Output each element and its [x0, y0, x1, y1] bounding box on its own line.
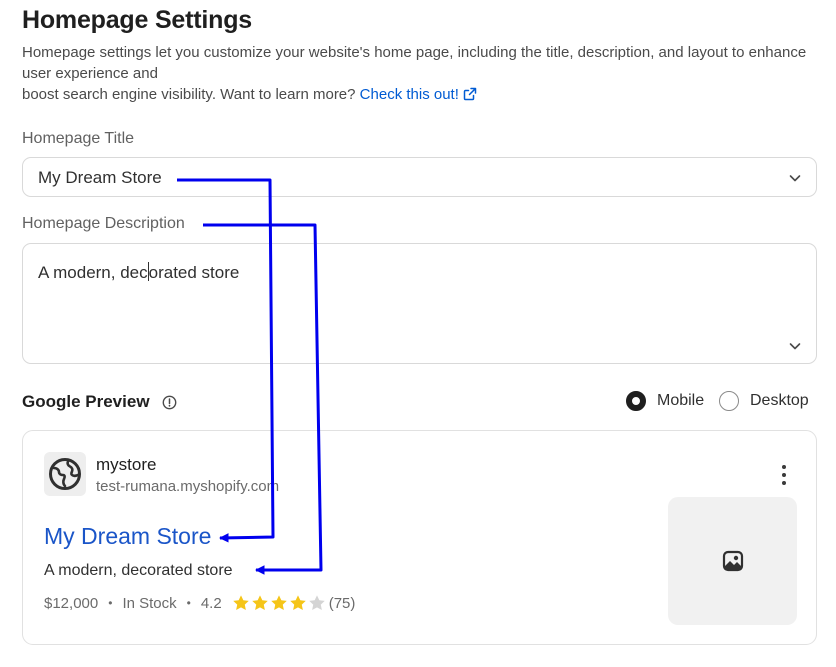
- radio-desktop-label: Desktop: [750, 392, 809, 409]
- star-filled-icon: [289, 595, 306, 611]
- site-favicon: [44, 452, 86, 496]
- homepage-title-value: My Dream Store: [38, 168, 162, 187]
- rating-value: 4.2: [200, 594, 222, 612]
- kebab-menu-icon[interactable]: [780, 464, 788, 486]
- description-text-before-caret: A modern, dec: [38, 263, 148, 282]
- preview-meta-row: $12,000 • In Stock • 4.2 (75): [44, 594, 355, 612]
- page-description: Homepage settings let you customize your…: [22, 42, 822, 105]
- info-icon[interactable]: [162, 395, 177, 410]
- homepage-description-value: A modern, decorated store: [38, 262, 239, 283]
- star-empty-icon: [308, 595, 325, 611]
- external-link-icon: [463, 87, 477, 101]
- chevron-down-icon: [789, 175, 801, 182]
- description-text-after-caret: orated store: [148, 263, 240, 282]
- description-line-1: Homepage settings let you customize your…: [22, 44, 807, 82]
- image-icon: [722, 550, 743, 572]
- google-preview-heading: Google Preview: [22, 392, 150, 411]
- price: $12,000: [44, 594, 99, 612]
- homepage-description-textarea[interactable]: A modern, decorated store: [22, 243, 817, 364]
- site-name: mystore: [96, 455, 157, 474]
- radio-mobile-label: Mobile: [657, 392, 705, 409]
- stock-status: In Stock: [122, 594, 177, 612]
- radio-mobile-indicator[interactable]: [626, 391, 646, 411]
- radio-mobile[interactable]: Mobile: [626, 391, 704, 411]
- learn-more-link[interactable]: Check this out!: [360, 86, 477, 103]
- meta-separator: •: [186, 596, 191, 610]
- homepage-title-label: Homepage Title: [22, 130, 135, 147]
- page-title: Homepage Settings: [22, 6, 252, 34]
- radio-desktop-indicator[interactable]: [719, 391, 739, 411]
- star-filled-icon: [251, 595, 268, 611]
- homepage-description-label: Homepage Description: [22, 215, 185, 232]
- homepage-title-select[interactable]: My Dream Store: [22, 157, 817, 197]
- review-count: (75): [328, 594, 356, 612]
- radio-desktop[interactable]: Desktop: [719, 391, 809, 411]
- star-filled-icon: [232, 595, 249, 611]
- rating-stars: [232, 594, 327, 612]
- kebab-dot: [782, 465, 786, 469]
- learn-more-link-label: Check this out!: [359, 86, 459, 103]
- homepage-settings-page: Homepage Settings Homepage settings let …: [0, 0, 836, 667]
- preview-result-title[interactable]: My Dream Store: [44, 523, 211, 550]
- star-filled-icon: [270, 595, 287, 611]
- preview-thumbnail: [668, 497, 797, 625]
- meta-separator: •: [108, 596, 113, 610]
- chevron-down-icon[interactable]: [788, 339, 802, 353]
- preview-result-description: A modern, decorated store: [44, 562, 233, 579]
- google-preview-card: mystore test-rumana.myshopify.com My Dre…: [22, 430, 817, 645]
- site-url: test-rumana.myshopify.com: [96, 478, 280, 495]
- globe-icon: [49, 458, 81, 490]
- kebab-dot: [782, 473, 786, 477]
- kebab-dot: [782, 481, 786, 485]
- description-line-2: boost search engine visibility. Want to …: [22, 86, 356, 103]
